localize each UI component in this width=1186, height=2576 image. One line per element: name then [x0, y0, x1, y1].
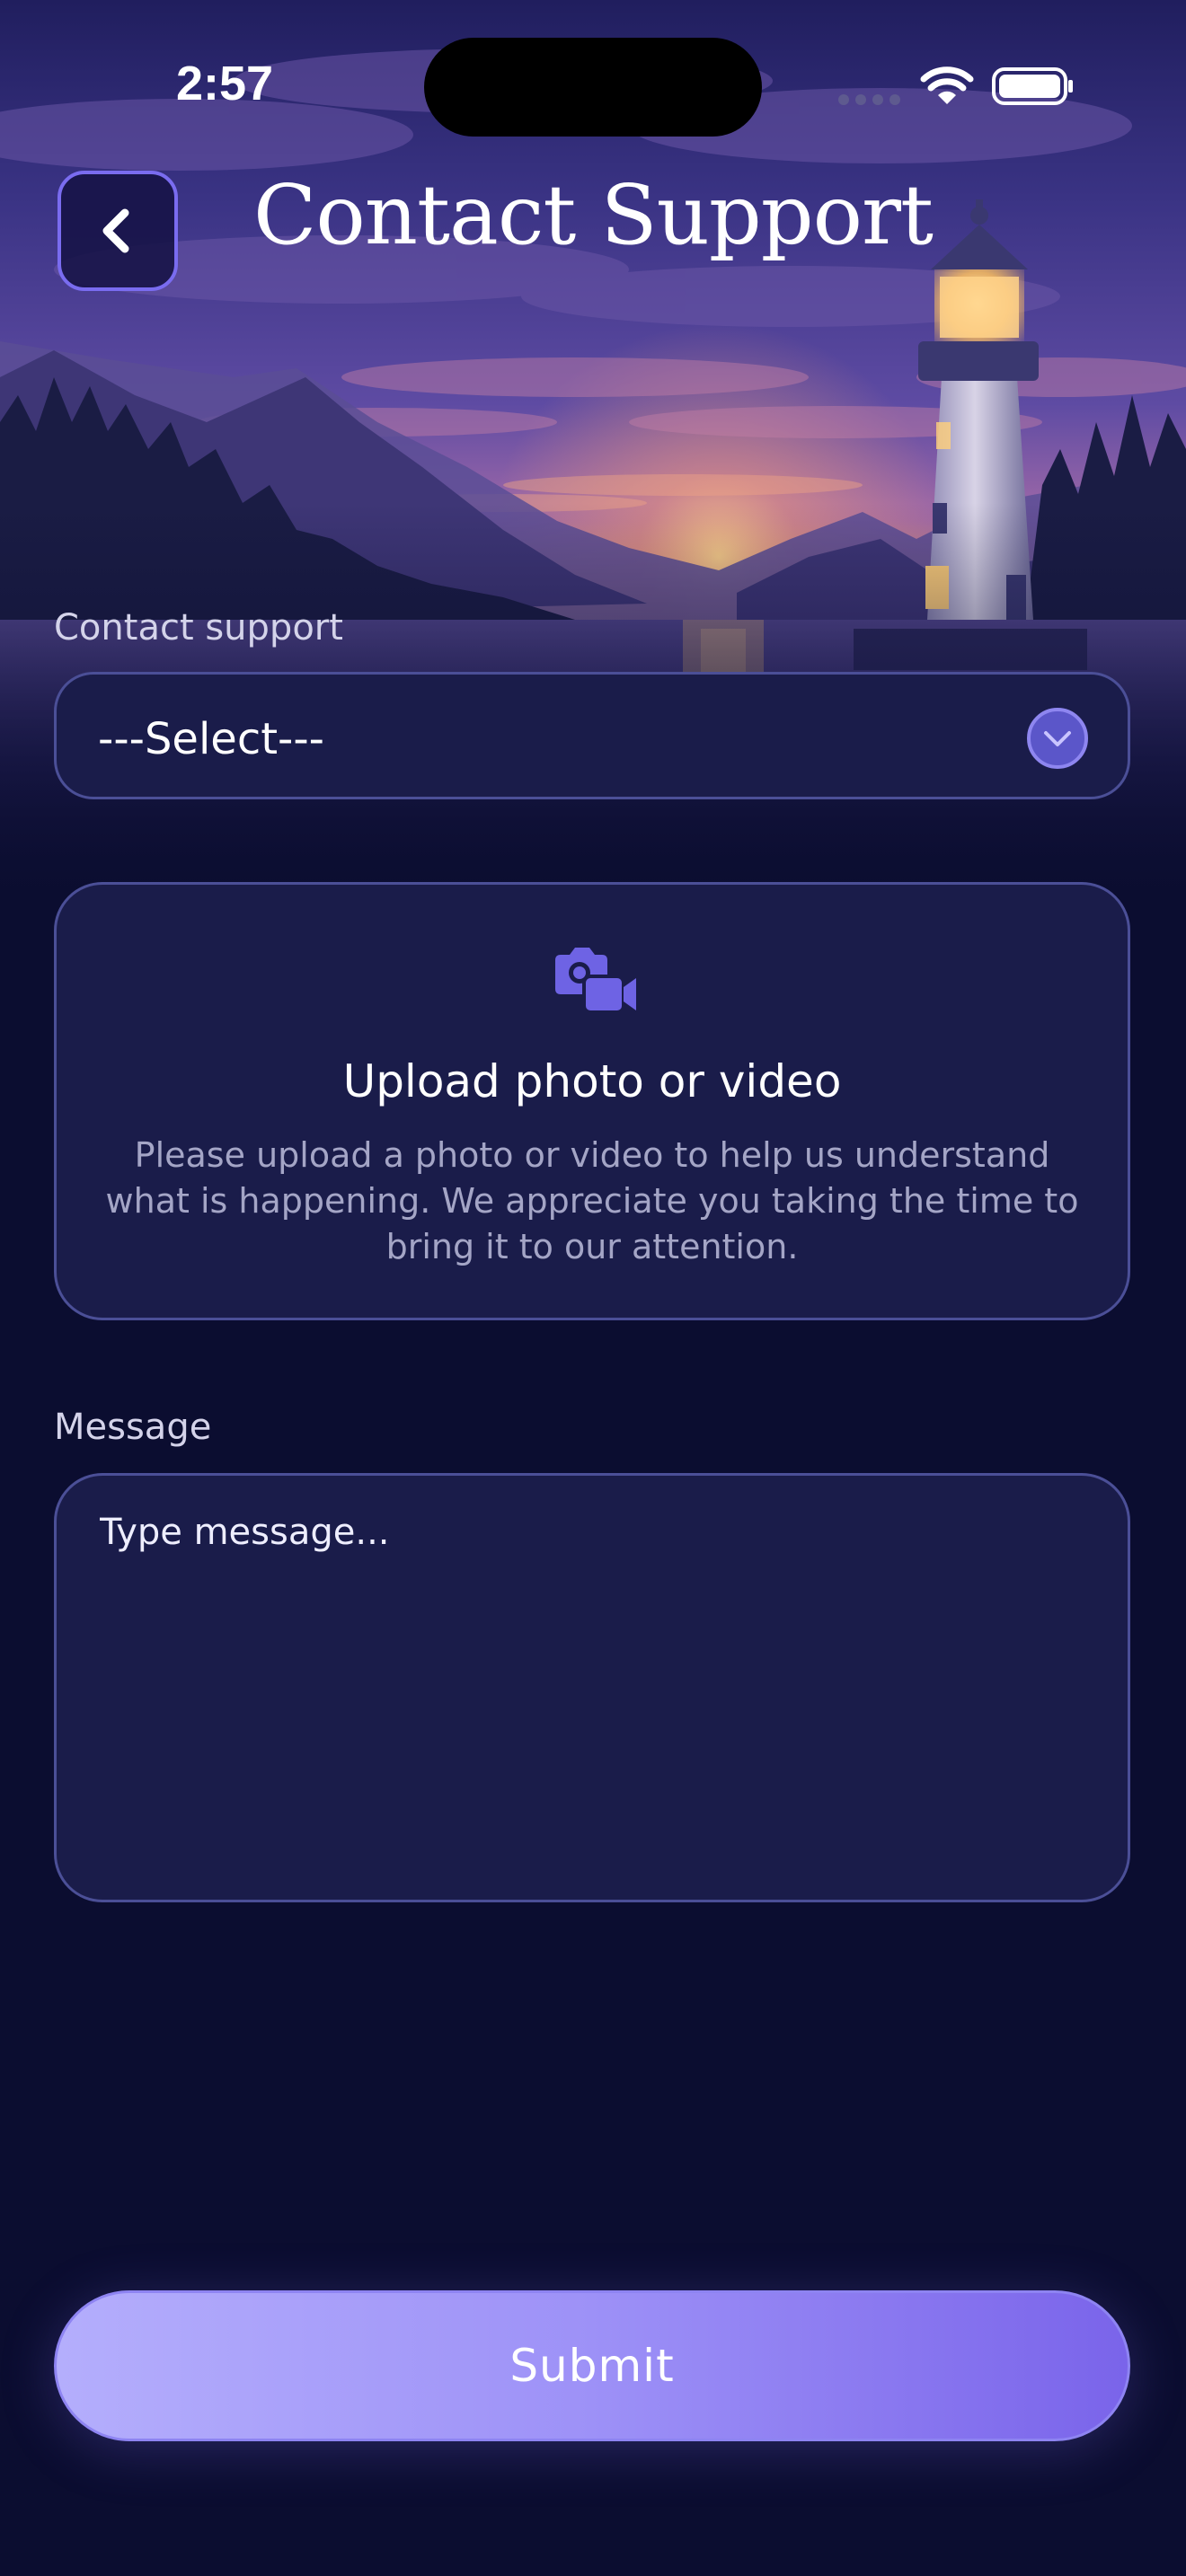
battery-icon: [992, 67, 1073, 105]
message-input[interactable]: [100, 1512, 1079, 1862]
dynamic-island: [424, 38, 762, 137]
chevron-down-icon: [1027, 708, 1088, 769]
status-bar-time: 2:57: [176, 57, 274, 110]
page-title: Contact Support: [253, 167, 934, 263]
contact-support-screen: 2:57 Contact Support Contact support ---…: [0, 0, 1186, 2576]
upload-description: Please upload a photo or video to help u…: [105, 1135, 1079, 1266]
camera-video-icon: [555, 948, 636, 1014]
wifi-icon: [920, 66, 974, 104]
upload-photo-video-area[interactable]: Upload photo or video Please upload a ph…: [54, 882, 1130, 1320]
select-value: ---Select---: [98, 714, 324, 764]
cellular-signal-icon: [838, 94, 900, 105]
message-field[interactable]: [54, 1473, 1130, 1902]
upload-title: Upload photo or video: [342, 1055, 842, 1107]
contact-support-label: Contact support: [54, 607, 343, 648]
submit-button[interactable]: Submit: [54, 2290, 1130, 2441]
contact-support-select[interactable]: ---Select---: [54, 672, 1130, 799]
message-label: Message: [54, 1407, 212, 1448]
